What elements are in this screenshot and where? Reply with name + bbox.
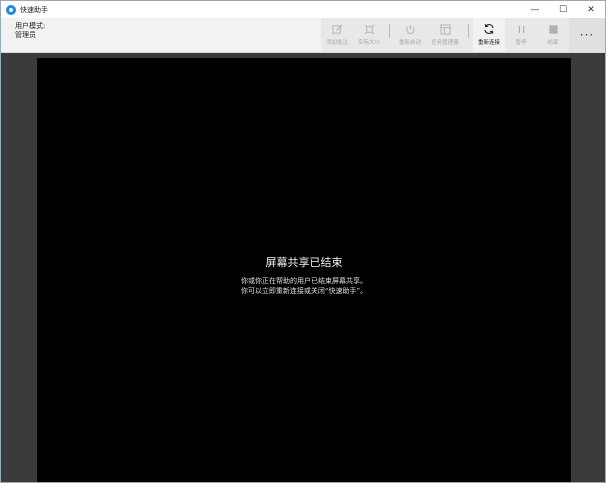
minimize-button[interactable]: — xyxy=(521,1,549,18)
end-label: 结束 xyxy=(547,40,559,46)
refresh-icon xyxy=(483,23,495,35)
annotate-label: 添加批注 xyxy=(325,40,348,46)
session-ended-title: 屏幕共享已结束 xyxy=(265,256,343,269)
reconnect-button[interactable]: 重新连接 xyxy=(473,18,505,52)
power-icon xyxy=(404,23,416,35)
window-title: 快速助手 xyxy=(20,5,48,14)
pause-label: 暂停 xyxy=(515,40,527,46)
user-mode-info: 用户模式: 管理员 xyxy=(15,22,45,40)
more-options-button[interactable]: ··· xyxy=(569,18,605,52)
app-window: 快速助手 — ☐ ✕ 用户模式: 管理员 添加批注 实际大小 重新启动 任务管理… xyxy=(0,0,606,483)
pencil-square-icon xyxy=(331,23,343,35)
session-ended-message-line2: 你可以立即重新连接或关闭“快速助手”。 xyxy=(240,287,368,295)
task-manager-label: 任务管理器 xyxy=(431,40,459,46)
task-manager-icon xyxy=(439,23,451,35)
session-ended-message-line1: 你或你正在帮助的用户已结束屏幕共享。 xyxy=(241,277,367,285)
actual-size-button[interactable]: 实际大小 xyxy=(353,18,385,52)
close-button[interactable]: ✕ xyxy=(577,1,605,18)
reconnect-label: 重新连接 xyxy=(477,40,500,46)
quick-assist-icon xyxy=(6,4,16,15)
tool-area: 添加批注 实际大小 重新启动 任务管理器 重新连接 暂停 结束 xyxy=(321,18,569,52)
stop-icon xyxy=(547,23,559,35)
toolbar: 用户模式: 管理员 添加批注 实际大小 重新启动 任务管理器 重新连接 暂停 结… xyxy=(1,18,605,53)
toolbar-divider xyxy=(464,18,473,52)
task-manager-button[interactable]: 任务管理器 xyxy=(426,18,464,52)
user-role-label: 管理员 xyxy=(15,31,36,39)
window-controls: — ☐ ✕ xyxy=(521,1,605,18)
restart-button[interactable]: 重新启动 xyxy=(394,18,426,52)
user-mode-label: 用户模式: xyxy=(15,22,46,30)
actual-size-label: 实际大小 xyxy=(357,40,380,46)
maximize-button[interactable]: ☐ xyxy=(549,1,577,18)
end-button[interactable]: 结束 xyxy=(537,18,569,52)
restart-label: 重新启动 xyxy=(398,40,421,46)
pause-button[interactable]: 暂停 xyxy=(505,18,537,52)
fit-size-icon xyxy=(363,23,375,35)
remote-screen: 屏幕共享已结束 你或你正在帮助的用户已结束屏幕共享。 你可以立即重新连接或关闭“… xyxy=(37,58,571,482)
title-bar: 快速助手 — ☐ ✕ xyxy=(1,1,605,18)
annotate-button[interactable]: 添加批注 xyxy=(321,18,353,52)
pause-icon xyxy=(515,23,527,35)
toolbar-divider xyxy=(385,18,394,52)
